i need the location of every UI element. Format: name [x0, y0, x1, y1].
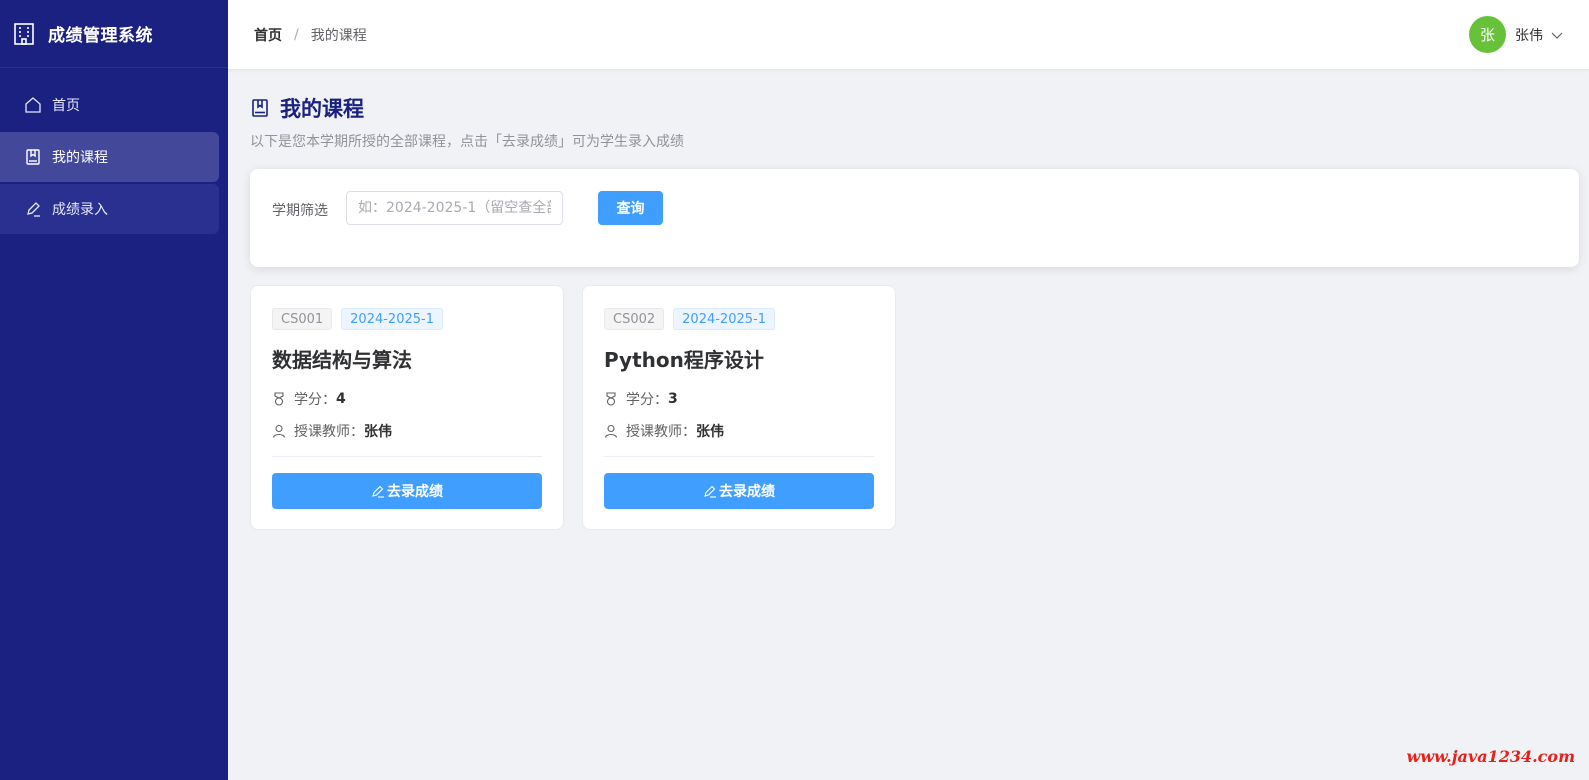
- breadcrumb-home[interactable]: 首页: [254, 25, 282, 45]
- page-heading: 我的课程: [280, 97, 364, 121]
- credit-value: 4: [336, 391, 346, 407]
- sidebar-item-label: 成绩录入: [52, 202, 108, 218]
- sidebar-item-label: 首页: [52, 98, 80, 114]
- search-button[interactable]: 查询: [598, 191, 663, 225]
- course-code-tag: CS002: [604, 308, 665, 330]
- course-credit: 学分： 4: [272, 389, 542, 409]
- course-term-tag: 2024-2025-1: [673, 308, 775, 330]
- breadcrumb-current: 我的课程: [310, 27, 367, 44]
- credit-value: 3: [668, 391, 678, 407]
- enter-grades-button[interactable]: 去录成绩: [272, 473, 542, 509]
- avatar: 张: [1469, 16, 1506, 53]
- user-icon: [272, 424, 286, 438]
- course-card: CS002 2024-2025-1 Python程序设计 学分： 3 授课教师：…: [582, 285, 896, 530]
- sidebar-item-grade-entry[interactable]: 成绩录入: [0, 184, 219, 234]
- user-menu[interactable]: 张 张伟: [1469, 16, 1563, 53]
- term-filter-input[interactable]: [346, 191, 563, 225]
- top-header: 首页 / 我的课程 张 张伟: [228, 0, 1589, 69]
- filter-card: 学期筛选 查询: [250, 169, 1579, 267]
- course-credit: 学分： 3: [604, 389, 874, 409]
- course-tags: CS002 2024-2025-1: [604, 308, 874, 330]
- course-teacher: 授课教师： 张伟: [272, 421, 542, 441]
- sidebar: 成绩管理系统 首页 我的课程 成绩录入: [0, 0, 228, 780]
- brand: 成绩管理系统: [0, 0, 228, 68]
- chevron-down-icon: [1551, 32, 1563, 39]
- page-title: 我的课程: [250, 93, 1579, 123]
- user-name: 张伟: [1515, 27, 1543, 44]
- enter-grades-button[interactable]: 去录成绩: [604, 473, 874, 509]
- teacher-label: 授课教师：: [294, 424, 364, 440]
- main-content: 我的课程 以下是您本学期所授的全部课程，点击「去录成绩」可为学生录入成绩 学期筛…: [250, 69, 1579, 530]
- user-icon: [604, 424, 618, 438]
- enter-grades-label: 去录成绩: [387, 484, 443, 500]
- course-tags: CS001 2024-2025-1: [272, 308, 542, 330]
- card-divider: [272, 456, 542, 457]
- breadcrumb: 首页 / 我的课程: [254, 25, 367, 45]
- credit-label: 学分：: [626, 392, 668, 408]
- sidebar-item-label: 我的课程: [52, 150, 108, 166]
- course-teacher: 授课教师： 张伟: [604, 421, 874, 441]
- enter-grades-label: 去录成绩: [719, 484, 775, 500]
- app-title: 成绩管理系统: [48, 26, 153, 46]
- book-icon: [252, 99, 268, 117]
- course-term-tag: 2024-2025-1: [341, 308, 443, 330]
- teacher-value: 张伟: [364, 424, 392, 440]
- course-list: CS001 2024-2025-1 数据结构与算法 学分： 4 授课教师： 张伟: [250, 285, 1579, 530]
- course-name: 数据结构与算法: [272, 348, 412, 372]
- home-icon: [25, 97, 41, 113]
- breadcrumb-separator: /: [294, 26, 299, 43]
- watermark: www.java1234.com: [1406, 747, 1575, 766]
- sidebar-menu: 首页 我的课程 成绩录入: [0, 68, 228, 234]
- medal-icon: [274, 392, 284, 406]
- teacher-value: 张伟: [696, 424, 724, 440]
- course-code-tag: CS001: [272, 308, 333, 330]
- edit-pen-icon: [27, 202, 40, 217]
- sidebar-item-my-courses[interactable]: 我的课程: [0, 132, 219, 182]
- edit-pen-icon: [372, 485, 384, 498]
- edit-pen-icon: [704, 485, 716, 498]
- course-name: Python程序设计: [604, 348, 764, 372]
- credit-label: 学分：: [294, 392, 336, 408]
- card-divider: [604, 456, 874, 457]
- teacher-label: 授课教师：: [626, 424, 696, 440]
- building-icon: [14, 22, 34, 45]
- page-description: 以下是您本学期所授的全部课程，点击「去录成绩」可为学生录入成绩: [250, 134, 684, 150]
- book-icon: [26, 149, 40, 165]
- course-card: CS001 2024-2025-1 数据结构与算法 学分： 4 授课教师： 张伟: [250, 285, 564, 530]
- term-filter-label: 学期筛选: [272, 203, 328, 219]
- medal-icon: [606, 392, 616, 406]
- sidebar-item-home[interactable]: 首页: [0, 80, 219, 130]
